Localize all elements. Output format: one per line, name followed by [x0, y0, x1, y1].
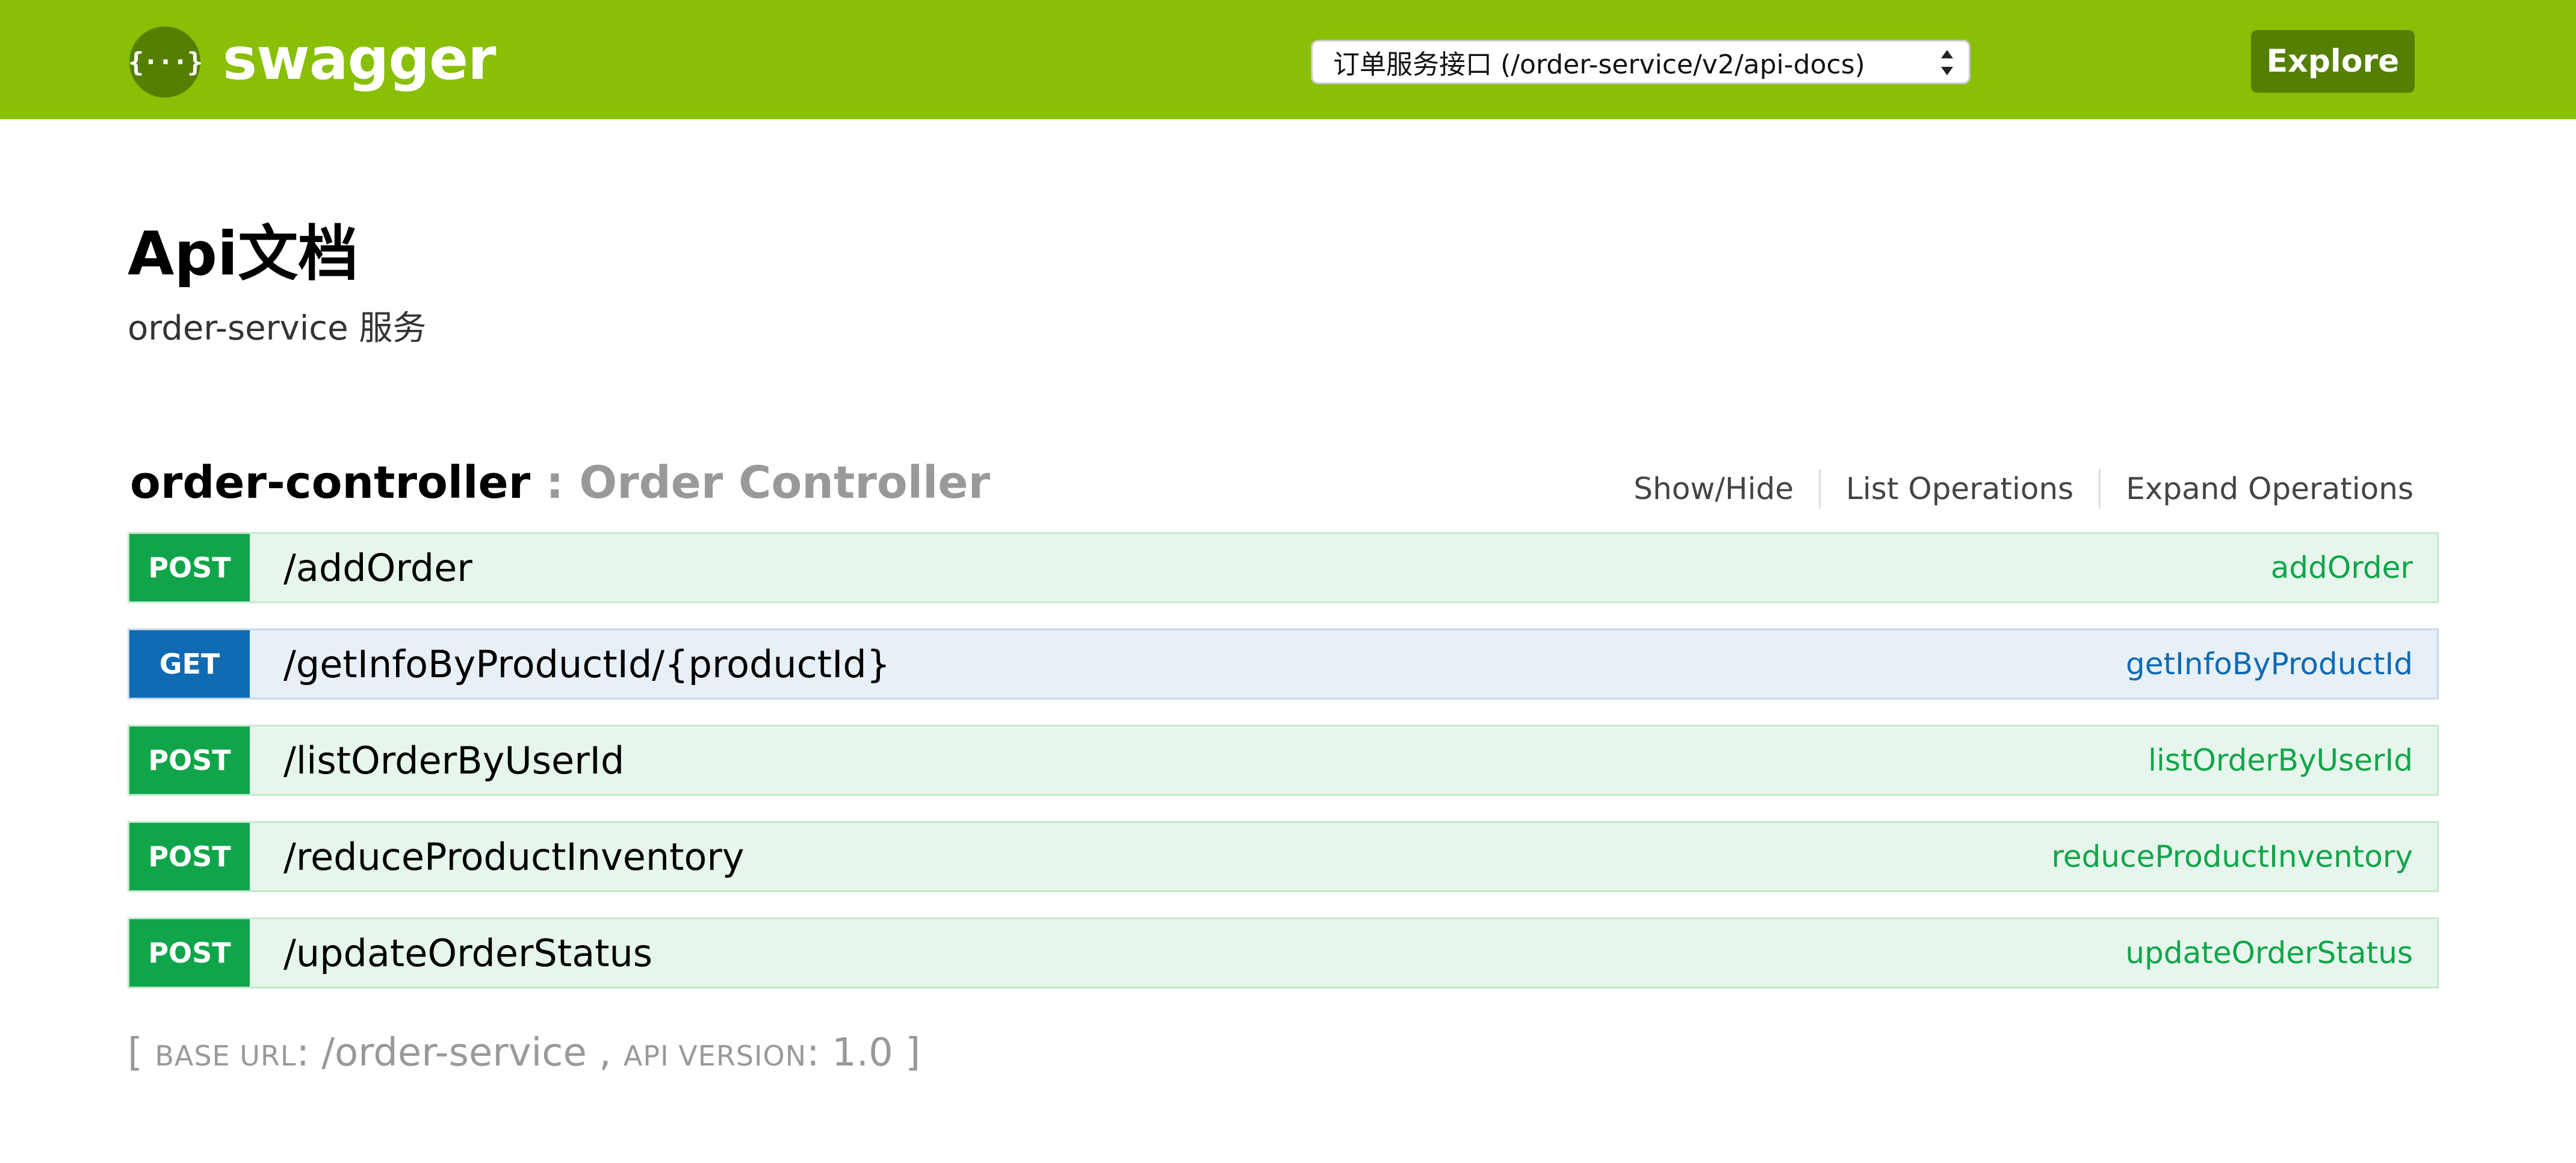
resource-heading: order-controller : Order Controller: [130, 453, 990, 513]
operation-row-listOrderByUserId[interactable]: POST /listOrderByUserId listOrderByUserI…: [128, 725, 2439, 796]
operation-nickname[interactable]: reduceProductInventory: [2051, 823, 2413, 890]
swagger-logo-icon[interactable]: {···}: [128, 26, 203, 98]
operation-row-getInfoByProductId[interactable]: GET /getInfoByProductId/{productId} getI…: [128, 628, 2439, 699]
operation-path[interactable]: /updateOrderStatus: [283, 931, 652, 975]
select-arrows-icon: [1940, 48, 1954, 78]
operation-nickname[interactable]: updateOrderStatus: [2125, 919, 2413, 987]
http-method-badge[interactable]: POST: [129, 823, 250, 890]
base-url-value: : /order-service ,: [296, 1031, 624, 1075]
operation-path[interactable]: /addOrder: [283, 546, 472, 590]
footer-open-bracket: [: [128, 1031, 155, 1075]
http-method-badge[interactable]: POST: [129, 919, 250, 987]
operation-path[interactable]: /getInfoByProductId/{productId}: [283, 642, 890, 686]
operations-list: POST /addOrder addOrder GET /getInfoByPr…: [128, 532, 2439, 1014]
api-info-footer: [ BASE URL: /order-service , API VERSION…: [128, 1031, 920, 1075]
operation-row-addOrder[interactable]: POST /addOrder addOrder: [128, 532, 2439, 603]
top-bar: {···} swagger 订单服务接口 (/order-service/v2/…: [0, 0, 2576, 119]
operation-nickname[interactable]: getInfoByProductId: [2126, 630, 2413, 698]
expand-operations-link[interactable]: Expand Operations: [2101, 471, 2413, 506]
page-description: order-service 服务: [128, 309, 427, 348]
show-hide-link[interactable]: Show/Hide: [1608, 471, 1819, 506]
resource-description: Order Controller: [579, 457, 991, 509]
http-method-badge[interactable]: GET: [129, 630, 250, 698]
explore-button[interactable]: Explore: [2251, 30, 2415, 93]
operation-row-reduceProductInventory[interactable]: POST /reduceProductInventory reduceProdu…: [128, 821, 2439, 892]
page-title: Api文档: [128, 219, 359, 289]
http-method-badge[interactable]: POST: [129, 534, 250, 601]
http-method-badge[interactable]: POST: [129, 727, 250, 794]
resource-separator: :: [530, 457, 580, 509]
swagger-logo-text[interactable]: swagger: [223, 23, 496, 95]
api-version-value: : 1.0 ]: [807, 1031, 921, 1075]
base-url-label: BASE URL: [155, 1040, 297, 1072]
operation-row-updateOrderStatus[interactable]: POST /updateOrderStatus updateOrderStatu…: [128, 917, 2439, 988]
api-spec-select-value: 订单服务接口 (/order-service/v2/api-docs): [1333, 49, 1865, 80]
api-version-label: API VERSION: [623, 1040, 807, 1072]
api-spec-select[interactable]: 订单服务接口 (/order-service/v2/api-docs): [1311, 40, 1971, 84]
operation-nickname[interactable]: listOrderByUserId: [2148, 727, 2413, 794]
resource-name-link[interactable]: order-controller: [130, 457, 530, 509]
resource-actions: Show/Hide List Operations Expand Operati…: [1608, 465, 2413, 513]
operation-path[interactable]: /listOrderByUserId: [283, 739, 624, 783]
list-operations-link[interactable]: List Operations: [1821, 471, 2099, 506]
operation-path[interactable]: /reduceProductInventory: [283, 835, 745, 879]
operation-nickname[interactable]: addOrder: [2271, 534, 2413, 601]
